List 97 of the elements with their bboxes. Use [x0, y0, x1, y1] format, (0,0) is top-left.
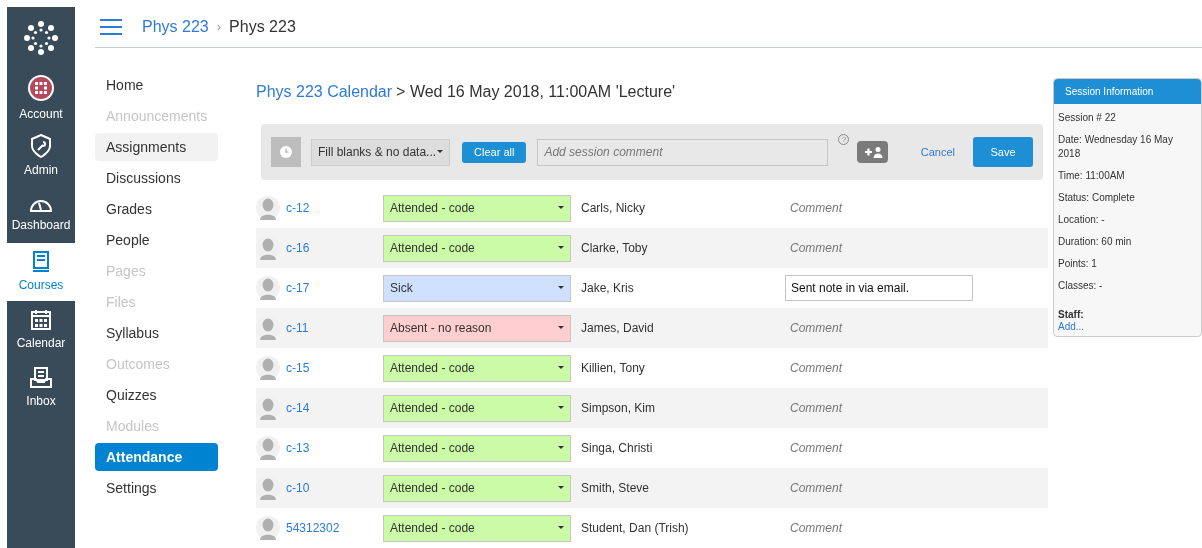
status-select[interactable]: Attended - code	[383, 234, 571, 262]
session-detail: Date: Wednesday 16 May 2018	[1058, 133, 1174, 161]
logo-icon[interactable]	[23, 20, 59, 56]
course-nav-link[interactable]: Home	[95, 71, 218, 99]
student-id-link[interactable]: c-16	[286, 239, 383, 257]
student-name: Killien, Tony	[581, 360, 646, 377]
caret-icon	[558, 406, 564, 410]
student-id-link[interactable]: c-12	[286, 199, 383, 217]
caret-icon	[558, 326, 564, 330]
comment-field[interactable]: Comment	[785, 195, 973, 221]
nav-item[interactable]: Courses	[7, 243, 75, 301]
course-nav-link[interactable]: Assignments	[95, 133, 218, 161]
comment-field[interactable]: Comment	[785, 395, 973, 421]
comment-field[interactable]: Sent note in via email.	[785, 275, 973, 301]
caret-icon	[558, 446, 564, 450]
student-id-link[interactable]: c-10	[286, 479, 383, 497]
cancel-link[interactable]: Cancel	[920, 143, 955, 161]
clock-icon	[279, 145, 293, 159]
session-detail: Location: -	[1058, 213, 1106, 227]
caret-icon	[558, 206, 564, 210]
calendar-icon	[30, 308, 52, 331]
avatar-icon	[256, 356, 280, 380]
session-detail: Points: 1	[1058, 257, 1098, 271]
student-id-link[interactable]: c-14	[286, 399, 383, 417]
student-id-link[interactable]: c-13	[286, 439, 383, 457]
session-comment-field[interactable]: Add session comment	[537, 138, 829, 166]
student-name: Clarke, Toby	[581, 240, 649, 257]
student-id-link[interactable]: c-17	[286, 279, 383, 297]
calendar-link[interactable]: Phys 223 Calendar	[256, 80, 393, 104]
student-name: James, David	[581, 320, 655, 337]
book-icon	[32, 250, 50, 273]
session-title: > Wed 16 May 2018, 11:00AM 'Lecture'	[396, 82, 676, 102]
save-button[interactable]: Save	[973, 137, 1033, 167]
student-id-link[interactable]: c-11	[286, 319, 383, 337]
status-select[interactable]: Attended - code	[383, 434, 571, 462]
course-nav-link[interactable]: People	[95, 226, 218, 254]
comment-field[interactable]: Comment	[785, 475, 973, 501]
avatar-icon	[256, 516, 280, 540]
session-detail: Session # 22	[1058, 111, 1117, 125]
status-select[interactable]: Attended - code	[383, 514, 571, 542]
comment-field[interactable]: Comment	[785, 315, 973, 341]
panel-title: Session Information	[1054, 79, 1201, 104]
status-select[interactable]: Sick	[383, 274, 571, 302]
caret-icon	[558, 526, 564, 530]
status-select[interactable]: Attended - code	[383, 474, 571, 502]
add-person-icon	[862, 146, 883, 158]
course-nav-link[interactable]: Quizzes	[95, 381, 218, 409]
student-name: Carls, Nicky	[581, 200, 646, 217]
comment-field[interactable]: Comment	[785, 435, 973, 461]
nav-item[interactable]: Dashboard	[7, 185, 75, 243]
course-nav-link[interactable]: Syllabus	[95, 319, 218, 347]
clear-all-button[interactable]: Clear all	[462, 141, 527, 163]
nav-item[interactable]: Admin	[7, 127, 75, 185]
course-nav-link[interactable]: Settings	[95, 474, 218, 502]
course-nav-link[interactable]: Attendance	[95, 443, 218, 471]
menu-icon[interactable]	[100, 19, 122, 35]
session-detail: Classes: -	[1058, 279, 1104, 293]
student-id-link[interactable]: 54312302	[286, 519, 383, 537]
caret-icon	[558, 366, 564, 370]
status-select[interactable]: Absent - no reason	[383, 314, 571, 342]
session-detail: Status: Complete	[1058, 191, 1136, 205]
nav-item[interactable]: Inbox	[7, 359, 75, 417]
comment-field[interactable]: Comment	[785, 355, 973, 381]
breadcrumb-current: Phys 223	[229, 17, 296, 37]
caret-icon	[558, 286, 564, 290]
student-id-link[interactable]: c-15	[286, 359, 383, 377]
status-select[interactable]: Attended - code	[383, 394, 571, 422]
avatar-icon	[256, 436, 280, 460]
fill-select[interactable]: Fill blanks & no data...	[311, 138, 451, 166]
status-select[interactable]: Attended - code	[383, 194, 571, 222]
globe-icon	[27, 73, 55, 102]
avatar-icon	[256, 276, 280, 300]
student-name: Jake, Kris	[581, 280, 635, 297]
course-nav-link[interactable]: Discussions	[95, 164, 218, 192]
nav-item[interactable]: Calendar	[7, 301, 75, 359]
breadcrumb-link[interactable]: Phys 223	[142, 15, 209, 39]
session-detail: Time: 11:00AM	[1058, 169, 1126, 183]
session-detail: Duration: 60 min	[1058, 235, 1133, 249]
breadcrumb-separator: ›	[216, 18, 222, 37]
course-nav-link[interactable]: Grades	[95, 195, 218, 223]
staff-label: Staff:	[1058, 308, 1085, 322]
status-select[interactable]: Attended - code	[383, 354, 571, 382]
student-name: Simpson, Kim	[581, 400, 657, 417]
student-name: Singa, Christi	[581, 440, 654, 457]
caret-icon	[437, 150, 444, 154]
student-name: Student, Dan (Trish)	[581, 520, 690, 537]
caret-icon	[558, 486, 564, 490]
add-staff-link[interactable]: Add...	[1058, 322, 1197, 332]
inbox-icon	[30, 366, 52, 389]
avatar-icon	[256, 196, 280, 220]
shield-icon	[30, 133, 52, 158]
student-name: Smith, Steve	[581, 480, 651, 497]
nav-item[interactable]: Account	[7, 69, 75, 127]
comment-field[interactable]: Comment	[785, 515, 973, 541]
add-student-button[interactable]	[857, 141, 889, 163]
comment-field[interactable]: Comment	[785, 235, 973, 261]
caret-icon	[558, 246, 564, 250]
